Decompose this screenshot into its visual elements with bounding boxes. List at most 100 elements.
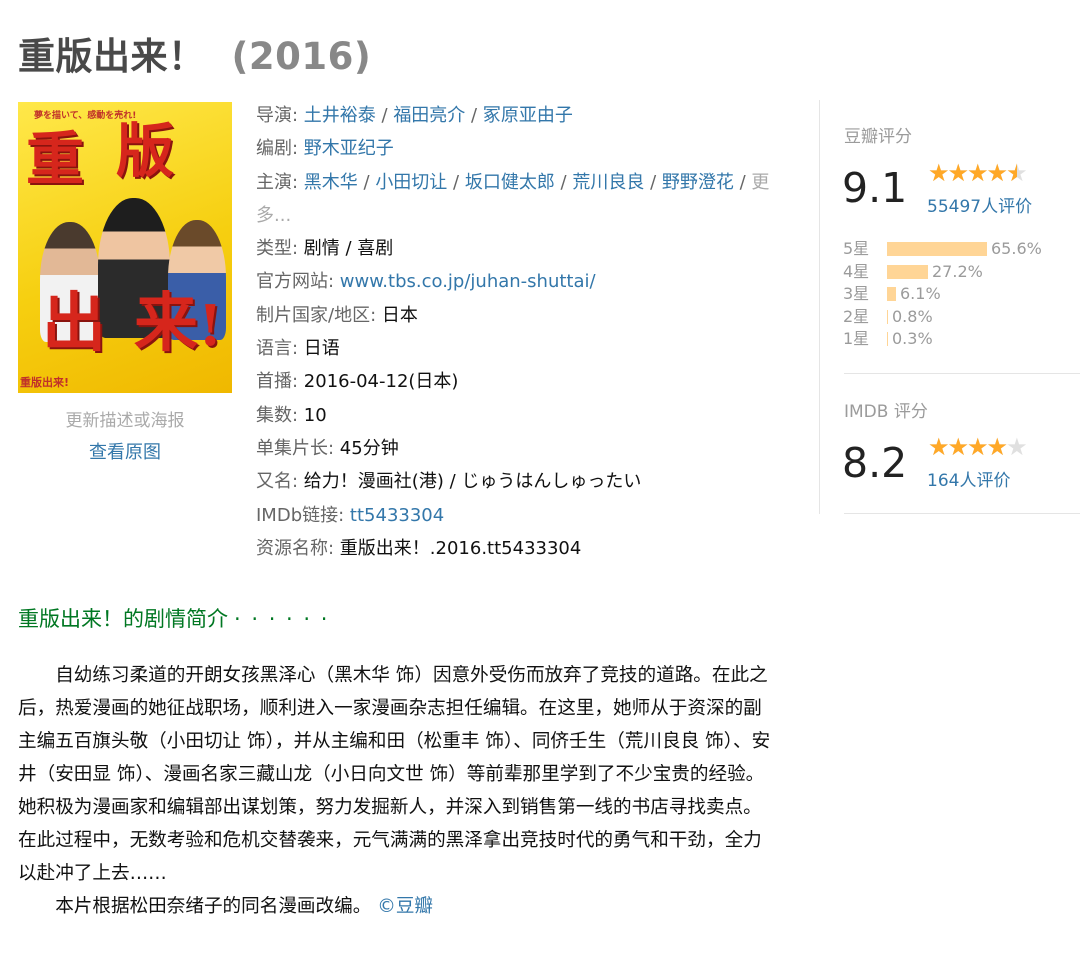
- summary-heading: 重版出来！的剧情简介 · · · · · ·: [18, 603, 329, 633]
- imdb-link[interactable]: tt5433304: [350, 505, 444, 526]
- cast-link[interactable]: 野野澄花: [662, 172, 734, 193]
- rating-bottom-separator: [844, 513, 1080, 514]
- distribution-bar: [887, 332, 888, 346]
- colon: :: [292, 371, 304, 393]
- info-row-language: 语言: 日语: [256, 332, 786, 365]
- distribution-percent: 27.2%: [932, 261, 983, 281]
- distribution-bar: [887, 264, 928, 279]
- summary-note: 本片根据松田奈绪子的同名漫画改编。: [55, 896, 372, 917]
- director-link[interactable]: 冢原亚由子: [483, 105, 573, 126]
- colon: :: [338, 504, 350, 526]
- info-row-aka: 又名: 给力！漫画社(港) / じゅうはんしゅったい: [256, 465, 786, 498]
- info-row-cast: 主演: 黑木华 / 小田切让 / 坂口健太郎 / 荒川良良 / 野野澄花 / 更…: [256, 166, 786, 233]
- imdb-label: IMDb链接: [256, 504, 339, 526]
- episodes-value: 10: [303, 404, 327, 426]
- rating-divider: [819, 100, 820, 514]
- douban-votes-link[interactable]: 55497人评价: [927, 192, 1032, 217]
- info-row-genre: 类型: 剧情 / 喜剧: [256, 232, 786, 265]
- imdb-rating-label: IMDB 评分: [844, 402, 928, 422]
- colon: :: [328, 437, 340, 459]
- update-poster-link[interactable]: 更新描述或海报: [18, 406, 232, 431]
- info-row-episodes: 集数: 10: [256, 399, 786, 432]
- writer-label: 编剧: [256, 138, 292, 160]
- info-row-writer: 编剧: 野木亚纪子: [256, 132, 786, 165]
- summary-text: 自幼练习柔道的开朗女孩黑泽心（黑木华 饰）因意外受伤而放弃了竞技的道路。在此之后…: [18, 659, 778, 923]
- aka-value: 给力！漫画社(港) / じゅうはんしゅったい: [303, 471, 642, 493]
- colon: :: [328, 537, 340, 559]
- distribution-bar: [887, 242, 987, 256]
- episodes-label: 集数: [256, 404, 292, 426]
- poster-foot-title: 重版出来!: [20, 376, 70, 389]
- info-panel: 导演: 土井裕泰 / 福田亮介 / 冢原亚由子 编剧: 野木亚纪子 主演: 黑木…: [256, 99, 786, 565]
- info-row-resource: 资源名称: 重版出来！.2016.tt5433304: [256, 532, 786, 565]
- genre-value: 剧情 / 喜剧: [303, 238, 394, 260]
- summary-paragraph: 本片根据松田奈绪子的同名漫画改编。 ©豆瓣: [18, 890, 778, 923]
- language-value: 日语: [303, 338, 340, 360]
- douban-credit-link[interactable]: ©豆瓣: [377, 896, 433, 917]
- poster-title-char: 版: [116, 117, 175, 185]
- cast-link[interactable]: 黑木华: [304, 172, 358, 193]
- separator: /: [644, 171, 662, 193]
- summary-paragraph: 自幼练习柔道的开朗女孩黑泽心（黑木华 饰）因意外受伤而放弃了竞技的道路。在此之后…: [18, 665, 771, 884]
- distribution-label: 5星: [843, 239, 870, 258]
- distribution-bar: [887, 287, 896, 301]
- separator: /: [447, 171, 465, 193]
- imdb-score: 8.2: [842, 439, 908, 487]
- info-row-country: 制片国家/地区: 日本: [256, 299, 786, 332]
- runtime-label: 单集片长: [256, 437, 328, 459]
- genre-label: 类型: [256, 238, 292, 260]
- info-row-imdb: IMDb链接: tt5433304: [256, 499, 786, 532]
- star-icon: ★★★★★: [928, 162, 1018, 184]
- info-row-director: 导演: 土井裕泰 / 福田亮介 / 冢原亚由子: [256, 99, 786, 132]
- colon: :: [292, 471, 304, 493]
- info-row-website: 官方网站: www.tbs.co.jp/juhan-shuttai/: [256, 265, 786, 298]
- country-value: 日本: [381, 304, 418, 326]
- distribution-label: 3星: [843, 284, 870, 303]
- douban-stars: ★★★★★ ★★★★★: [928, 161, 1046, 185]
- cast-link[interactable]: 荒川良良: [572, 172, 644, 193]
- director-link[interactable]: 福田亮介: [393, 105, 465, 126]
- website-label: 官方网站: [256, 271, 328, 293]
- distribution-percent: 6.1%: [900, 284, 941, 303]
- runtime-value: 45分钟: [339, 437, 399, 459]
- distribution-bar: [887, 309, 888, 324]
- cast-link[interactable]: 小田切让: [375, 172, 447, 193]
- separator: /: [465, 105, 483, 126]
- title-year: (2016): [231, 35, 372, 78]
- colon: :: [292, 105, 304, 126]
- director-label: 导演: [256, 105, 292, 126]
- writer-link[interactable]: 野木亚纪子: [304, 138, 394, 159]
- separator: /: [357, 171, 376, 193]
- colon: :: [292, 404, 304, 426]
- premiere-label: 首播: [256, 371, 292, 393]
- distribution-percent: 0.3%: [892, 329, 933, 348]
- website-link[interactable]: www.tbs.co.jp/juhan-shuttai/: [340, 271, 596, 292]
- colon: :: [328, 271, 340, 293]
- imdb-stars: ★★★★★ ★★★★★: [928, 435, 1046, 459]
- summary-heading-text: 重版出来！的剧情简介: [18, 607, 228, 631]
- colon: :: [292, 238, 304, 260]
- director-link[interactable]: 土井裕泰: [304, 105, 376, 126]
- colon: :: [292, 338, 304, 360]
- resource-value: 重版出来！.2016.tt5433304: [339, 537, 582, 559]
- imdb-votes-link[interactable]: 164人评价: [927, 466, 1010, 491]
- douban-rating-label: 豆瓣评分: [844, 127, 912, 147]
- poster-image[interactable]: 夢を描いて、感動を売れ! 重 版 出 来 ! 重版出来!: [18, 102, 232, 393]
- douban-score: 9.1: [842, 164, 908, 212]
- title-text: 重版出来！: [18, 35, 206, 78]
- summary-heading-dots: · · · · · ·: [234, 607, 330, 631]
- resource-label: 资源名称: [256, 537, 328, 559]
- cast-link[interactable]: 坂口健太郎: [465, 172, 555, 193]
- info-row-premiere: 首播: 2016-04-12(日本): [256, 365, 786, 398]
- separator: /: [554, 171, 573, 193]
- poster-title-char: 重: [26, 125, 85, 193]
- separator: /: [375, 105, 394, 126]
- distribution-percent: 65.6%: [991, 239, 1042, 258]
- view-original-link[interactable]: 查看原图: [18, 438, 232, 464]
- aka-label: 又名: [256, 471, 292, 493]
- country-label: 制片国家/地区: [256, 304, 371, 326]
- separator: /: [733, 171, 752, 193]
- distribution-label: 4星: [843, 261, 870, 281]
- distribution-percent: 0.8%: [892, 306, 933, 326]
- poster-title-char: 来: [134, 286, 198, 361]
